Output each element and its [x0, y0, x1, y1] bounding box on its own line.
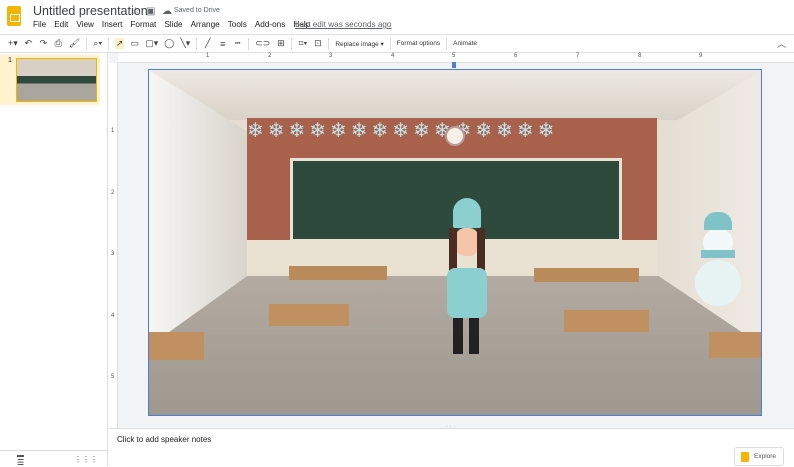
desk — [149, 332, 204, 360]
snowman — [695, 210, 741, 315]
ruler-mark: 5 — [452, 53, 456, 59]
reset-image-icon[interactable]: ⊡ — [313, 38, 322, 49]
zoom-icon[interactable]: ⌕▾ — [93, 38, 102, 49]
ruler-mark: 6 — [514, 53, 518, 59]
menu-arrange[interactable]: Arrange — [191, 20, 220, 29]
crop-icon[interactable]: ⌗▾ — [298, 38, 307, 49]
slide-number: 1 — [8, 57, 12, 64]
border-dash-icon[interactable]: ┅ — [233, 38, 242, 49]
border-weight-icon[interactable]: ≡ — [218, 39, 227, 49]
border-color-icon[interactable]: ╱ — [203, 38, 212, 49]
replace-image-button[interactable]: Replace image ▾ — [335, 40, 383, 48]
divider — [248, 37, 250, 50]
bitmoji-avatar — [439, 198, 491, 358]
ruler-mark: 8 — [638, 53, 642, 59]
view-switcher: ☰ ⋮⋮⋮ — [0, 450, 108, 467]
menu-slide[interactable]: Slide — [164, 20, 182, 29]
divider — [291, 37, 293, 50]
divider — [328, 37, 330, 50]
redo-icon[interactable]: ↷ — [39, 38, 48, 49]
divider — [196, 37, 198, 50]
comment-icon[interactable]: ⊞ — [276, 38, 285, 49]
slides-logo[interactable] — [7, 6, 21, 26]
menu-addons[interactable]: Add-ons — [255, 20, 286, 29]
menu-bar: File Edit View Insert Format Slide Arran… — [33, 20, 310, 29]
print-icon[interactable]: ⎙ — [54, 38, 63, 49]
toolbar: +▾ ↶ ↷ ⎙ 🖌 ⌕▾ ➚ ▭ ▢▾ ◯ ╲▾ ╱ ≡ ┅ ⊂⊃ ⊞ ⌗▾ … — [0, 34, 794, 53]
divider — [86, 37, 88, 50]
filmstrip-view-icon[interactable]: ☰ — [17, 455, 25, 467]
desk — [709, 332, 761, 358]
grid-view-icon[interactable]: ⋮⋮⋮ — [74, 455, 98, 464]
speaker-notes-placeholder[interactable]: Click to add speaker notes — [117, 435, 211, 444]
paint-format-icon[interactable]: 🖌 — [69, 38, 80, 49]
rotate-handle[interactable] — [452, 62, 456, 68]
save-status: Saved to Drive — [174, 7, 220, 14]
desk — [269, 304, 349, 326]
ruler-mark: 2 — [111, 190, 115, 196]
ruler-mark: 3 — [111, 251, 115, 257]
resize-handle[interactable]: · · · — [446, 424, 455, 430]
vertical-ruler[interactable]: 1 2 3 4 5 — [109, 63, 118, 428]
divider — [389, 37, 391, 50]
collapse-menu-icon[interactable]: ︿ — [777, 37, 786, 50]
shape-icon[interactable]: ◯ — [164, 38, 174, 49]
desk — [564, 310, 649, 332]
menu-view[interactable]: View — [76, 20, 94, 29]
menu-file[interactable]: File — [33, 20, 46, 29]
new-slide-icon[interactable]: +▾ — [8, 38, 18, 49]
ruler-mark: 9 — [699, 53, 703, 59]
desk — [289, 266, 387, 280]
explore-icon — [741, 451, 749, 462]
horizontal-ruler[interactable]: 1 2 3 4 5 6 7 8 9 — [118, 53, 794, 63]
slide-image-classroom[interactable]: ❄❄❄❄❄❄❄❄❄❄❄❄❄❄❄ — [148, 69, 762, 416]
move-folder-icon[interactable]: ▣ — [146, 6, 155, 17]
ruler-mark: 4 — [111, 313, 115, 319]
ruler-mark: 3 — [329, 53, 333, 59]
menu-edit[interactable]: Edit — [54, 20, 68, 29]
desk — [534, 268, 639, 282]
ruler-mark: 2 — [268, 53, 272, 59]
format-options-button[interactable]: Format options — [397, 40, 440, 47]
ruler-mark: 1 — [111, 128, 115, 134]
menu-insert[interactable]: Insert — [102, 20, 122, 29]
ruler-mark: 5 — [111, 374, 115, 380]
divider — [446, 37, 448, 50]
undo-icon[interactable]: ↶ — [24, 38, 33, 49]
slide-thumbnail[interactable] — [16, 58, 97, 102]
menu-tools[interactable]: Tools — [228, 20, 247, 29]
text-box-icon[interactable]: ▭ — [130, 38, 139, 49]
last-edit-link[interactable]: Last edit was seconds ago — [295, 20, 392, 29]
select-icon[interactable]: ➚ — [115, 38, 125, 49]
wall-clock — [445, 126, 465, 146]
cloud-icon: ☁ — [162, 6, 172, 17]
speaker-notes-panel[interactable] — [109, 428, 794, 466]
link-icon[interactable]: ⊂⊃ — [255, 38, 270, 49]
star-icon[interactable]: ☆ — [131, 6, 140, 17]
ruler-mark: 1 — [206, 53, 210, 59]
animate-button[interactable]: Animate — [453, 40, 477, 47]
ruler-mark: 7 — [576, 53, 580, 59]
ruler-mark: 4 — [391, 53, 395, 59]
filmstrip-panel — [0, 53, 108, 466]
explore-button[interactable]: Explore — [734, 447, 784, 466]
explore-label: Explore — [754, 453, 777, 460]
divider — [108, 37, 110, 50]
menu-format[interactable]: Format — [130, 20, 156, 29]
ceiling — [149, 70, 761, 120]
line-icon[interactable]: ╲▾ — [180, 38, 190, 49]
image-icon[interactable]: ▢▾ — [145, 38, 158, 49]
